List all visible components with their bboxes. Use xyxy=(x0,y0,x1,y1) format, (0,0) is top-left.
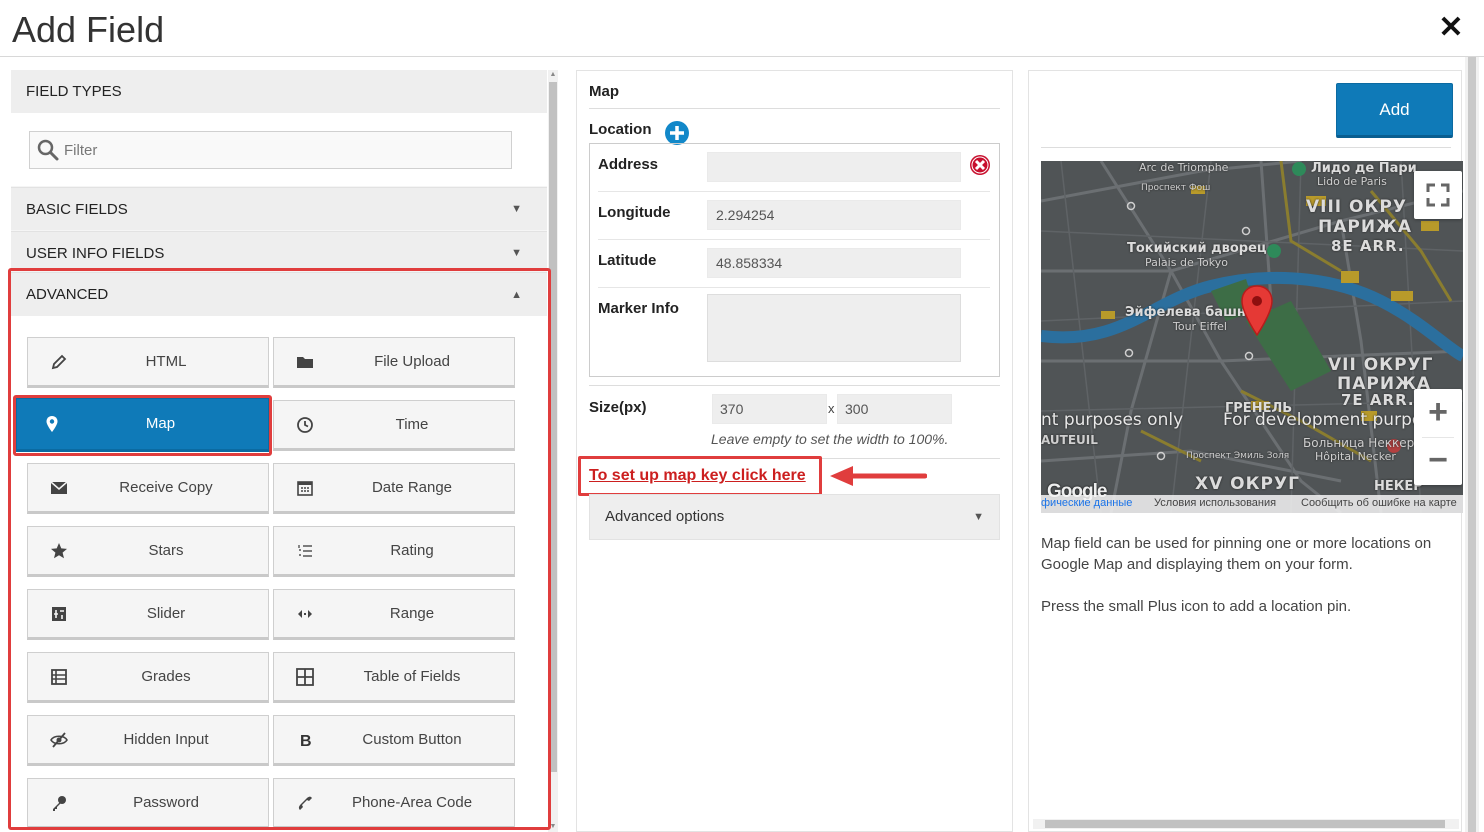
page-scrollbar[interactable] xyxy=(1465,57,1479,832)
size-separator: x xyxy=(828,401,835,416)
map-label: 7E ARR. xyxy=(1341,391,1415,409)
address-input[interactable] xyxy=(707,152,961,182)
divider xyxy=(589,108,1000,109)
delete-location-icon[interactable] xyxy=(969,154,991,176)
map-label: Токийский дворец xyxy=(1127,241,1267,256)
field-description: Map field can be used for pinning one or… xyxy=(1041,533,1453,638)
basic-fields-label: BASIC FIELDS xyxy=(26,201,128,218)
map-label: ПАРИЖА xyxy=(1318,217,1413,237)
dialog-title: Add Field xyxy=(12,9,165,50)
map-label: Hôpital Necker xyxy=(1315,450,1396,463)
location-box: Address Longitude 2.294254 Latitude 48.8… xyxy=(589,143,1000,377)
map-watermark-left: nt purposes only xyxy=(1041,410,1184,430)
map-key-highlight xyxy=(578,456,822,496)
divider xyxy=(1041,147,1451,148)
size-hint: Leave empty to set the width to 100%. xyxy=(711,431,949,447)
add-button[interactable]: Add xyxy=(1336,83,1453,138)
fullscreen-glyph xyxy=(1426,183,1450,207)
marker-info-label: Marker Info xyxy=(598,300,679,317)
divider xyxy=(589,385,1000,386)
user-info-fields-label: USER INFO FIELDS xyxy=(26,245,165,262)
map-marker-icon[interactable] xyxy=(1240,285,1274,337)
report-error-link[interactable]: Сообщить об ошибке на карте xyxy=(1301,497,1457,509)
description-paragraph: Press the small Plus icon to add a locat… xyxy=(1041,598,1352,615)
marker-info-textarea[interactable] xyxy=(707,294,961,362)
field-types-title: FIELD TYPES xyxy=(11,70,547,113)
advanced-options-dropdown[interactable]: Advanced options ▼ xyxy=(589,494,1000,540)
height-input[interactable]: 300 xyxy=(837,394,952,424)
advanced-options-label: Advanced options xyxy=(605,508,725,525)
location-label: Location xyxy=(589,121,652,138)
zoom-in-icon[interactable]: + xyxy=(1414,389,1462,437)
advanced-section-highlight xyxy=(8,268,551,830)
map-preview[interactable]: Arc de Triomphe Лидо де Пари Lido de Par… xyxy=(1041,161,1463,513)
address-label: Address xyxy=(598,156,659,173)
filter-input[interactable] xyxy=(64,132,504,168)
map-label: AUTEUIL xyxy=(1041,433,1098,447)
map-label: Проспект Фош xyxy=(1141,183,1211,193)
row-divider xyxy=(598,191,990,192)
basic-fields-section[interactable]: BASIC FIELDS ▼ xyxy=(11,187,547,230)
latitude-input[interactable]: 48.858334 xyxy=(707,248,961,278)
map-label: Эйфелева башня xyxy=(1125,305,1255,320)
map-label: VIII ОКРУ xyxy=(1306,197,1407,217)
scroll-up-icon[interactable]: ▲ xyxy=(549,70,557,80)
map-footer: фические данные Условия использования Со… xyxy=(1041,495,1463,513)
chevron-down-icon: ▼ xyxy=(973,511,984,523)
map-label: 8E ARR. xyxy=(1331,237,1405,255)
map-label: Лидо де Пари xyxy=(1311,161,1417,176)
map-label: Arc de Triomphe xyxy=(1139,161,1229,174)
settings-title: Map xyxy=(589,83,619,100)
latitude-label: Latitude xyxy=(598,252,657,269)
map-data-link[interactable]: фические данные xyxy=(1041,497,1132,509)
map-label: Проспект Эмиль Золя xyxy=(1186,451,1290,461)
map-label: Lido de Paris xyxy=(1317,175,1387,188)
arrow-left-icon xyxy=(830,466,927,486)
map-label: Palais de Tokyo xyxy=(1145,256,1229,269)
preview-panel: Add Arc de Triomphe Лидо де Пари Lido de… xyxy=(1028,70,1463,832)
scroll-thumb[interactable] xyxy=(1045,820,1445,828)
width-input[interactable]: 370 xyxy=(712,394,827,424)
map-label: Tour Eiffel xyxy=(1173,320,1227,333)
map-label: Больница Неккер xyxy=(1303,436,1415,450)
map-label: XV ОКРУГ xyxy=(1195,474,1300,494)
longitude-label: Longitude xyxy=(598,204,671,221)
close-icon[interactable]: ✕ xyxy=(1438,13,1464,43)
search-icon xyxy=(37,139,59,161)
zoom-out-icon[interactable]: − xyxy=(1414,437,1462,485)
chevron-down-icon: ▼ xyxy=(511,203,522,215)
horizontal-scrollbar[interactable] xyxy=(1033,819,1459,829)
field-settings-panel: Map Location Address Longitude 2.294254 … xyxy=(576,70,1013,832)
scroll-thumb[interactable] xyxy=(1468,57,1476,832)
zoom-control: + − xyxy=(1414,389,1462,485)
map-watermark-right: For development purpos xyxy=(1223,410,1432,430)
terms-link[interactable]: Условия использования xyxy=(1154,497,1276,509)
filter-box xyxy=(29,131,512,169)
fullscreen-icon[interactable] xyxy=(1414,171,1462,219)
row-divider xyxy=(598,239,990,240)
description-paragraph: Map field can be used for pinning one or… xyxy=(1041,535,1432,573)
map-label: VII ОКРУГ xyxy=(1328,355,1434,375)
row-divider xyxy=(598,287,990,288)
user-info-fields-section[interactable]: USER INFO FIELDS ▼ xyxy=(11,231,547,270)
longitude-input[interactable]: 2.294254 xyxy=(707,200,961,230)
size-label: Size(px) xyxy=(589,399,647,416)
dialog-header: Add Field ✕ xyxy=(0,0,1484,57)
filter-container xyxy=(11,113,547,186)
